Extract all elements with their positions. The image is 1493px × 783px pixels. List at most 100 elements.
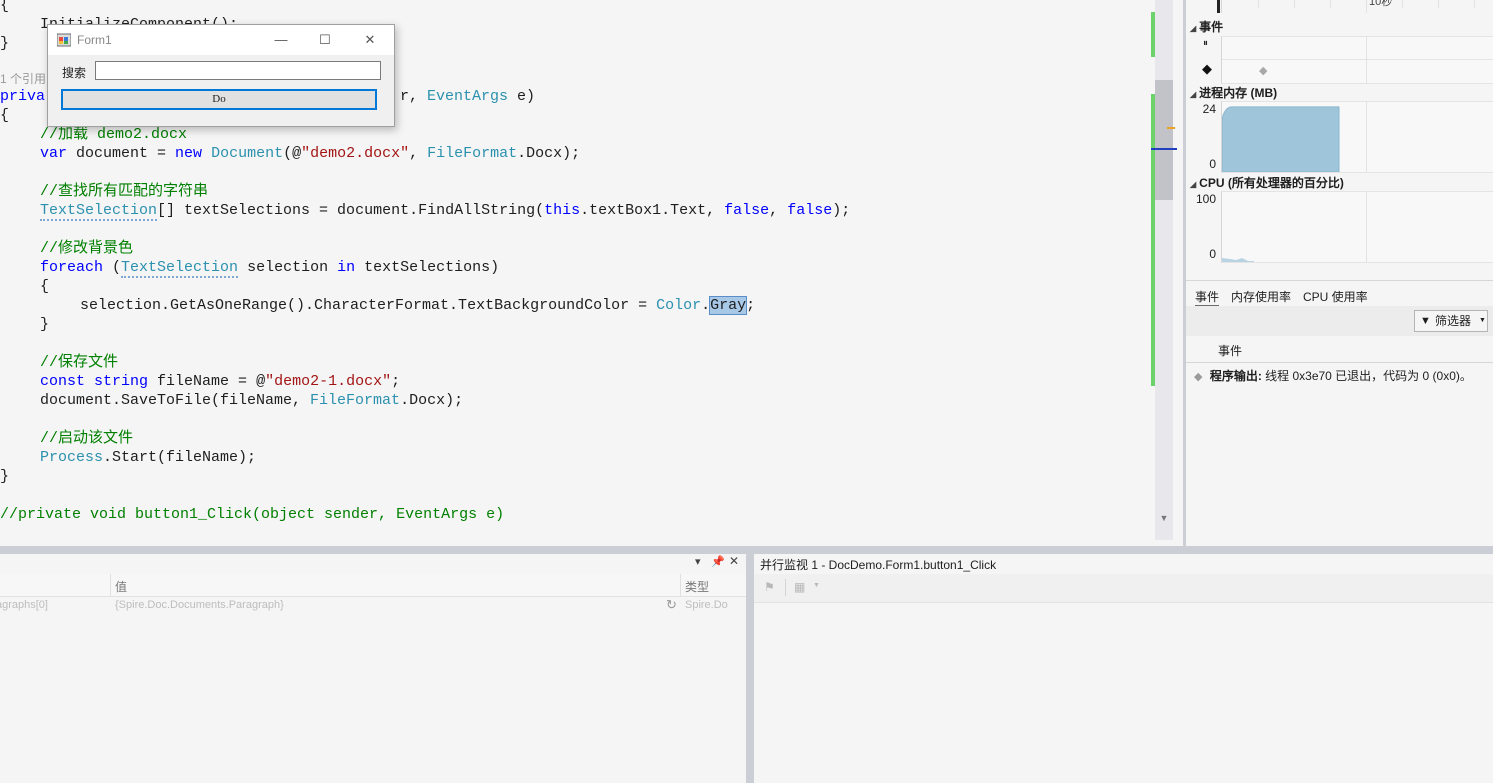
event-marker-icon[interactable]: ◆ [1259,64,1267,77]
code-token: foreach [40,259,104,276]
timeline-ruler[interactable]: 10秒 [1217,0,1493,13]
code-token: false [724,202,770,219]
code-token: priva [0,88,46,105]
memory-usage-area [1222,106,1340,172]
code-line: Process.Start(fileName); [40,448,256,467]
break-event-icon[interactable]: ◆ [1202,61,1212,77]
do-button[interactable]: Do [61,89,377,110]
search-input[interactable] [95,61,381,80]
code-token: ; [746,297,756,314]
splitter[interactable] [746,554,754,783]
code-comment: //启动该文件 [40,430,134,447]
code-token: ; [391,373,401,390]
code-line: { [0,0,9,15]
scroll-marker [1167,127,1175,129]
code-line: foreach (TextSelection selection in text… [40,258,499,278]
code-token: , [409,145,428,162]
code-line: } [40,315,49,334]
filter-icon: ▼ [1420,315,1431,327]
code-line: //查找所有匹配的字符串 [40,182,208,201]
collapse-icon[interactable]: ◢ [1190,24,1196,33]
code-token: FileFormat [427,145,518,162]
code-line: //启动该文件 [40,429,133,448]
code-token: } [0,35,10,52]
dropdown-icon[interactable]: ▾ [695,555,701,568]
code-token: [] textSelections = document.FindAllStri… [157,202,545,219]
code-token: .Start(fileName); [103,449,257,466]
memory-axis-max: 24 [1202,102,1216,116]
code-token: TextSelection [121,259,239,278]
code-token: new [175,145,203,162]
collapse-icon[interactable]: ◢ [1190,90,1196,99]
events-section-header[interactable]: ◢ 事件 [1190,18,1223,35]
close-icon[interactable]: ✕ [729,554,739,568]
code-token: ); [832,202,851,219]
refresh-icon[interactable]: ↻ [666,597,677,613]
watch-panel: ▾ 📌 ✕ 值 类型 agraphs[0] {Spire.Doc.Documen… [0,554,746,783]
code-token: .Docx); [517,145,581,162]
code-line: } [0,34,9,53]
memory-section-header[interactable]: ◢ 进程内存 (MB) [1190,84,1277,101]
chevron-down-icon: ▼ [1479,317,1486,324]
events-column-header[interactable]: 事件 [1218,342,1242,359]
cpu-axis-min: 0 [1209,247,1216,261]
add-watch-icon[interactable]: ▦ [794,580,805,594]
code-token: this [544,202,581,219]
form1-titlebar[interactable]: Form1 — ☐ ✕ [48,25,394,55]
memory-graph[interactable] [1221,101,1493,173]
collapse-icon[interactable]: ◢ [1190,180,1196,189]
close-button[interactable]: ✕ [355,29,385,51]
watch-row-value: {Spire.Doc.Documents.Paragraph} [115,599,284,611]
minimize-button[interactable]: — [266,29,296,51]
code-line: TextSelection[] textSelections = documen… [40,201,851,221]
chevron-down-icon[interactable]: ▼ [813,582,820,589]
code-token: .textBox1.Text, [580,202,725,219]
pin-icon[interactable]: 📌 [711,555,725,568]
scroll-down-icon[interactable]: ▼ [1157,512,1171,524]
code-line: //private void button1_Click(object send… [0,505,504,524]
code-token: var [40,145,68,162]
code-line: { [0,106,9,125]
code-token: false [787,202,833,219]
tab-events[interactable]: 事件 [1195,288,1220,307]
tab-cpu-usage[interactable]: CPU 使用率 [1303,288,1368,305]
code-line: priva [0,87,45,106]
memory-title: 进程内存 (MB) [1199,86,1278,100]
code-token: Process [40,449,104,466]
filter-dropdown[interactable]: ▼ 筛选器 ▼ [1414,310,1488,332]
column-header-value[interactable]: 值 [115,578,127,595]
maximize-button[interactable]: ☐ [310,29,340,51]
reference-count[interactable]: 1 个引用 [0,72,46,86]
cpu-title: CPU (所有处理器的百分比) [1199,176,1344,190]
cpu-usage-line [1222,258,1254,262]
filter-label: 筛选器 [1435,314,1472,328]
watch-row-name: agraphs[0] [0,599,48,611]
code-line: //保存文件 [40,353,118,372]
events-track[interactable]: ◆ [1221,36,1493,84]
cpu-section-header[interactable]: ◢ CPU (所有处理器的百分比) [1190,174,1344,191]
code-line: } [0,467,9,486]
splitter[interactable] [0,546,1493,554]
pause-icon[interactable]: ⏸ [1203,38,1208,49]
code-token: in [337,259,356,276]
winforms-app-icon [57,33,71,47]
event-description: 线程 0x3e70 已退出，代码为 0 (0x0)。 [1261,369,1472,383]
code-line: //修改背景色 [40,239,133,258]
filter-flag-icon[interactable]: ⚑ [764,580,775,594]
code-token: } [0,468,10,485]
event-row[interactable]: ◆ 程序输出: 线程 0x3e70 已退出，代码为 0 (0x0)。 [1194,367,1472,384]
watch-row[interactable]: agraphs[0] {Spire.Doc.Documents.Paragrap… [0,597,746,615]
editor-scrollbar-thumb[interactable] [1155,80,1173,200]
code-token: r, [400,88,428,105]
tab-memory-usage[interactable]: 内存使用率 [1231,288,1291,305]
code-line: //加载 demo2.docx [40,125,187,144]
cpu-graph[interactable] [1221,191,1493,263]
timeline-cursor[interactable] [1217,0,1220,13]
code-token: string [94,373,149,390]
column-header-type[interactable]: 类型 [685,578,709,595]
code-token: selection [238,259,338,276]
code-token: .Docx); [400,392,464,409]
code-line: { [40,277,49,296]
selected-text[interactable]: Gray [709,296,748,315]
